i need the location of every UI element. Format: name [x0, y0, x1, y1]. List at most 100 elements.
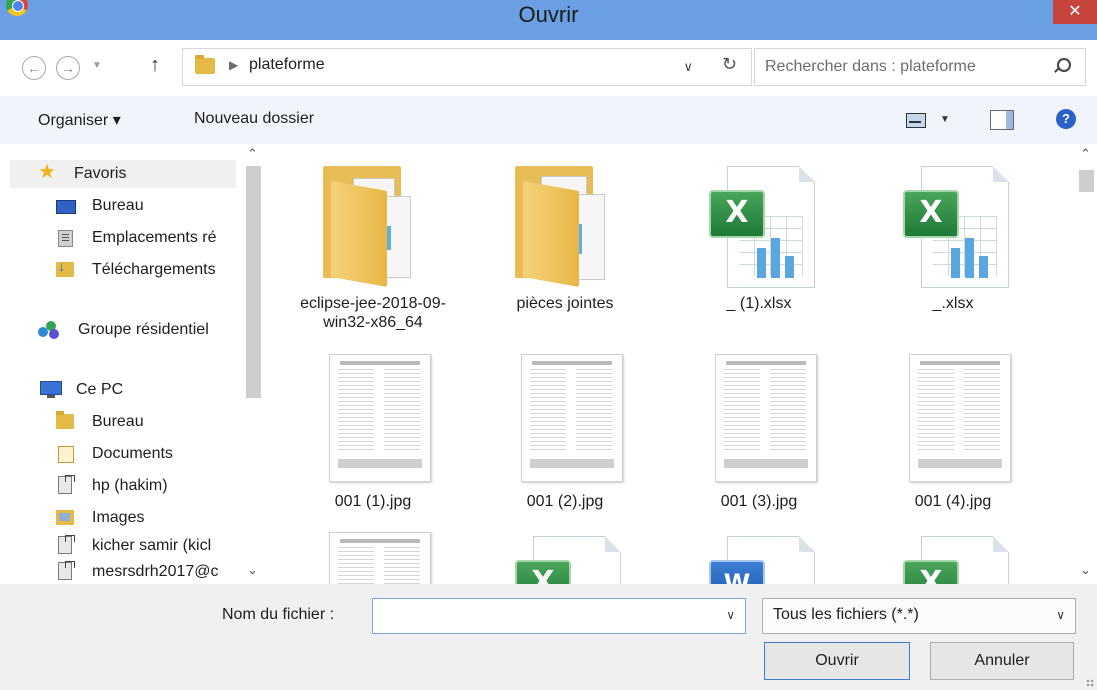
sidebar-item-telechargements[interactable]: Téléchargements [0, 256, 240, 284]
image-thumbnail [329, 354, 431, 482]
recent-locations-dropdown-icon[interactable]: ▼ [92, 60, 102, 71]
file-name: 001 (2).jpg [526, 493, 604, 510]
sidebar-item-label: mesrsdrh2017@c [92, 563, 219, 580]
sidebar-item-emplacements[interactable]: Emplacements ré [0, 224, 240, 252]
image-thumbnail [909, 354, 1011, 482]
dialog-footer: Nom du fichier : ∨ Tous les fichiers (*.… [0, 584, 1097, 690]
chevron-down-icon[interactable]: ∨ [1056, 608, 1065, 622]
recent-places-icon [58, 230, 73, 247]
search-field[interactable] [754, 48, 1086, 86]
refresh-icon[interactable]: ↻ [722, 54, 737, 75]
file-name: 001 (1).jpg [334, 493, 412, 510]
sidebar-item-bureau[interactable]: Bureau [0, 192, 240, 220]
file-list-scrollbar[interactable]: ⌃ ⌄ [1075, 144, 1097, 584]
network-drive-icon [58, 561, 75, 580]
folder-icon [323, 166, 421, 287]
filetype-select[interactable]: Tous les fichiers (*.*) ∨ [762, 598, 1076, 634]
sidebar-item-label: hp (hakim) [92, 477, 168, 494]
navigation-scrollbar[interactable]: ⌃ ⌄ [242, 144, 264, 584]
scroll-up-arrow-icon[interactable]: ⌃ [1080, 146, 1091, 162]
help-icon[interactable]: ? [1056, 109, 1076, 129]
close-button[interactable]: ✕ [1053, 0, 1097, 24]
scroll-thumb[interactable] [246, 166, 261, 398]
navigation-pane: ★ Favoris Bureau Emplacements ré Télécha… [0, 144, 265, 584]
filename-input[interactable] [377, 603, 701, 629]
cancel-button[interactable]: Annuler [930, 642, 1074, 680]
preview-pane-icon[interactable] [990, 110, 1014, 130]
file-item[interactable]: 001 (4).jpg [863, 354, 1043, 511]
folder-icon [195, 55, 215, 74]
excel-file-icon: X [515, 536, 625, 584]
file-name: eclipse-jee-2018-09-win32-x86_64 [300, 295, 446, 331]
scroll-thumb[interactable] [1079, 170, 1094, 192]
star-icon: ★ [38, 161, 56, 183]
title-bar: Ouvrir ✕ [0, 0, 1097, 40]
file-name: _ (1).xlsx [726, 295, 792, 312]
file-item[interactable]: 001 (3).jpg [669, 354, 849, 511]
resize-grip[interactable] [1086, 679, 1094, 687]
sidebar-item-label: Bureau [92, 197, 144, 214]
sidebar-item-label: Bureau [92, 413, 144, 430]
sidebar-item-label: Images [92, 509, 145, 526]
sidebar-item-label: Ce PC [76, 381, 124, 398]
sidebar-item-mesrs[interactable]: mesrsdrh2017@c [0, 558, 240, 584]
excel-file-icon: X [709, 166, 819, 290]
sidebar-item-images[interactable]: Images [0, 504, 240, 532]
homegroup-icon [38, 321, 60, 339]
scroll-down-arrow-icon[interactable]: ⌄ [1080, 562, 1091, 578]
sidebar-item-hp[interactable]: hp (hakim) [0, 472, 240, 500]
file-item[interactable]: X _ (1).xlsx [669, 156, 849, 313]
sidebar-item-ce-pc[interactable]: Ce PC [0, 376, 240, 404]
filename-combobox[interactable]: ∨ [372, 598, 746, 634]
path-separator-icon[interactable]: ▶ [229, 58, 238, 72]
file-item[interactable]: pièces jointes [475, 156, 655, 313]
file-item[interactable]: eclipse-jee-2018-09-win32-x86_64 [283, 156, 463, 332]
path-segment[interactable]: plateforme [249, 56, 325, 74]
file-name: pièces jointes [516, 295, 614, 312]
sidebar-item-label: kicher samir (kicl [92, 537, 212, 554]
view-dropdown-icon[interactable]: ▼ [940, 114, 950, 125]
new-folder-button[interactable]: Nouveau dossier [194, 110, 314, 128]
sidebar-item-kicher[interactable]: kicher samir (kicl [0, 532, 240, 560]
sidebar-item-favoris[interactable]: ★ Favoris [10, 160, 236, 188]
file-item[interactable]: X _.xlsx [863, 156, 1043, 313]
sidebar-item-bureau-pc[interactable]: Bureau [0, 408, 240, 436]
forward-button[interactable]: → [56, 56, 80, 80]
scroll-up-arrow-icon[interactable]: ⌃ [247, 146, 258, 162]
image-thumbnail [715, 354, 817, 482]
file-item[interactable]: 001 (1).jpg [283, 354, 463, 511]
change-view-icon[interactable] [906, 113, 926, 128]
sidebar-item-label: Téléchargements [92, 261, 216, 278]
word-file-icon: W [709, 536, 819, 584]
sidebar-item-label: Documents [92, 445, 173, 462]
file-item[interactable]: 001 (2).jpg [475, 354, 655, 511]
open-button[interactable]: Ouvrir [764, 642, 910, 680]
downloads-icon [56, 258, 74, 277]
command-toolbar: Organiser ▾ Nouveau dossier ▼ ? [0, 96, 1097, 145]
back-button[interactable]: ← [22, 56, 46, 80]
scroll-down-arrow-icon[interactable]: ⌄ [247, 562, 258, 578]
folder-icon [515, 166, 613, 287]
search-icon[interactable] [1057, 58, 1071, 72]
image-thumbnail [329, 532, 431, 584]
chevron-down-icon[interactable]: ∨ [726, 608, 735, 622]
desktop-icon [56, 200, 76, 214]
sidebar-item-groupe-residentiel[interactable]: Groupe résidentiel [0, 316, 240, 344]
network-drive-icon [58, 535, 75, 554]
computer-icon [40, 381, 62, 398]
address-bar: ← → ▼ ↑ ▶ plateforme ∨ ↻ [0, 40, 1097, 96]
path-field[interactable]: ▶ plateforme ∨ ↻ [182, 48, 752, 86]
up-button[interactable]: ↑ [150, 54, 160, 77]
excel-file-icon: X [903, 536, 1013, 584]
search-input[interactable] [763, 55, 1027, 79]
filetype-value: Tous les fichiers (*.*) [773, 606, 919, 623]
path-dropdown-icon[interactable]: ∨ [683, 59, 693, 75]
sidebar-item-label: Groupe résidentiel [78, 321, 209, 338]
filename-label: Nom du fichier : [222, 606, 335, 623]
organize-button[interactable]: Organiser ▾ [38, 110, 121, 130]
file-name: _.xlsx [932, 295, 974, 312]
sidebar-item-label: Favoris [74, 165, 127, 182]
sidebar-item-documents[interactable]: Documents [0, 440, 240, 468]
pictures-icon [56, 510, 74, 525]
image-thumbnail [521, 354, 623, 482]
